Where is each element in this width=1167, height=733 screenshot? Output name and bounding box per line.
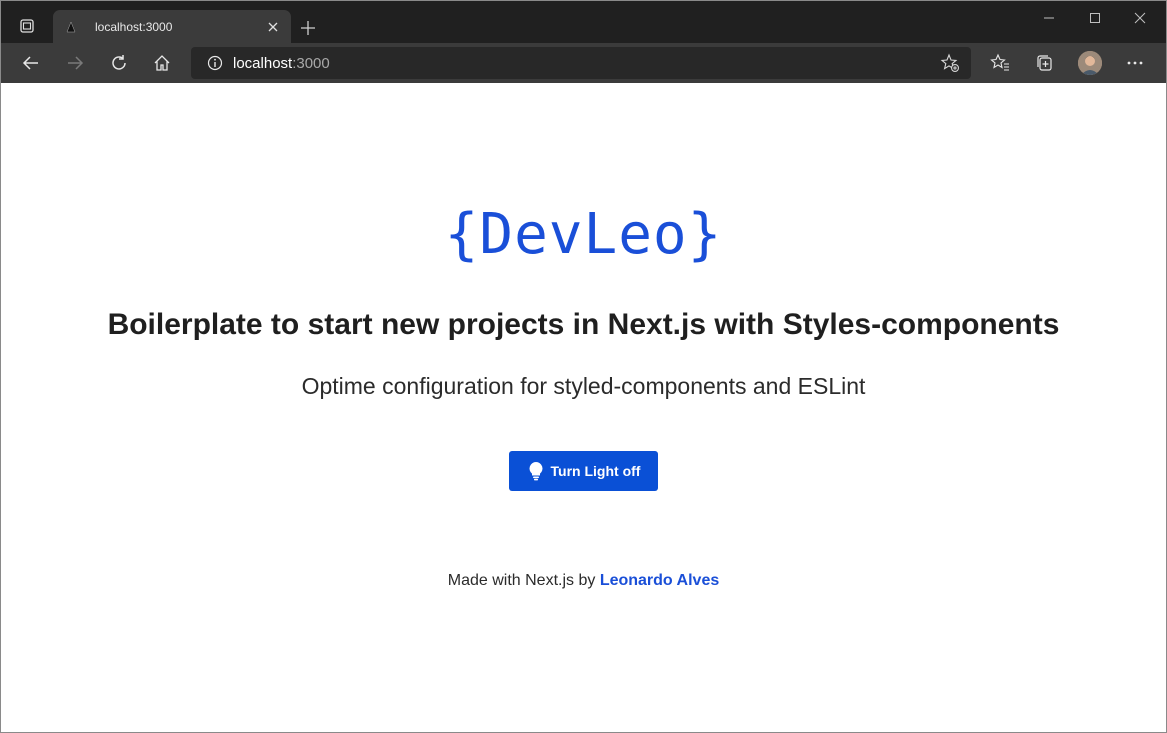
- tab-actions-icon[interactable]: [11, 13, 43, 39]
- profile-avatar[interactable]: [1078, 51, 1102, 75]
- collections-icon[interactable]: [1028, 47, 1060, 79]
- turn-light-off-button[interactable]: Turn Light off: [509, 451, 658, 491]
- author-link[interactable]: Leonardo Alves: [600, 572, 719, 589]
- url-host: localhost: [233, 54, 293, 72]
- page-subtitle: Optime configuration for styled-componen…: [301, 373, 866, 399]
- close-window-icon[interactable]: [1118, 7, 1162, 29]
- more-options-icon[interactable]: [1119, 47, 1151, 79]
- maximize-icon[interactable]: [1073, 7, 1117, 29]
- add-favorite-icon[interactable]: [935, 47, 965, 79]
- minimize-icon[interactable]: [1027, 7, 1071, 29]
- footer-prefix: Made with Next.js by: [447, 572, 600, 589]
- page-headline: Boilerplate to start new projects in Nex…: [107, 308, 1060, 341]
- home-icon[interactable]: [146, 47, 178, 79]
- browser-tab[interactable]: localhost:3000: [53, 10, 291, 43]
- url-text[interactable]: localhost:3000: [233, 55, 330, 72]
- favorites-icon[interactable]: [984, 47, 1016, 79]
- site-info-icon[interactable]: [201, 47, 229, 79]
- page-content: {DevLeo} Boilerplate to start new projec…: [1, 83, 1166, 732]
- url-port: :3000: [292, 54, 330, 72]
- reload-icon[interactable]: [103, 47, 135, 79]
- close-tab-icon[interactable]: [265, 19, 281, 35]
- tab-strip: localhost:3000: [1, 1, 1166, 43]
- devleo-logo: {DevLeo}: [444, 202, 723, 267]
- footer-credit: Made with Next.js by Leonardo Alves: [1, 572, 1166, 590]
- button-label: Turn Light off: [550, 463, 641, 479]
- browser-window: localhost:3000 localhost:3000 {DevLeo} B…: [0, 0, 1167, 733]
- address-bar[interactable]: localhost:3000: [191, 47, 971, 79]
- back-icon[interactable]: [15, 47, 47, 79]
- new-tab-icon[interactable]: [297, 17, 319, 39]
- browser-toolbar: localhost:3000: [1, 43, 1166, 83]
- tab-title: localhost:3000: [95, 19, 173, 34]
- lightbulb-icon: [527, 460, 545, 482]
- forward-icon[interactable]: [59, 47, 91, 79]
- nextjs-favicon-icon: [63, 19, 79, 35]
